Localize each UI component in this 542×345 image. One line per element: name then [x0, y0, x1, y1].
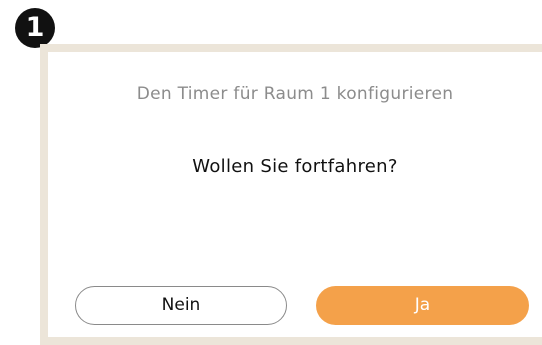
step-number-badge: 1: [15, 8, 55, 48]
dialog-message: Wollen Sie fortfahren?: [192, 156, 398, 177]
confirm-dialog: Den Timer für Raum 1 konfigurieren Wolle…: [48, 52, 542, 337]
no-button[interactable]: Nein: [75, 286, 287, 325]
screen: 1 Den Timer für Raum 1 konfigurieren Wol…: [0, 0, 542, 345]
yes-button[interactable]: Ja: [316, 286, 529, 325]
dialog-title: Den Timer für Raum 1 konfigurieren: [136, 84, 454, 104]
